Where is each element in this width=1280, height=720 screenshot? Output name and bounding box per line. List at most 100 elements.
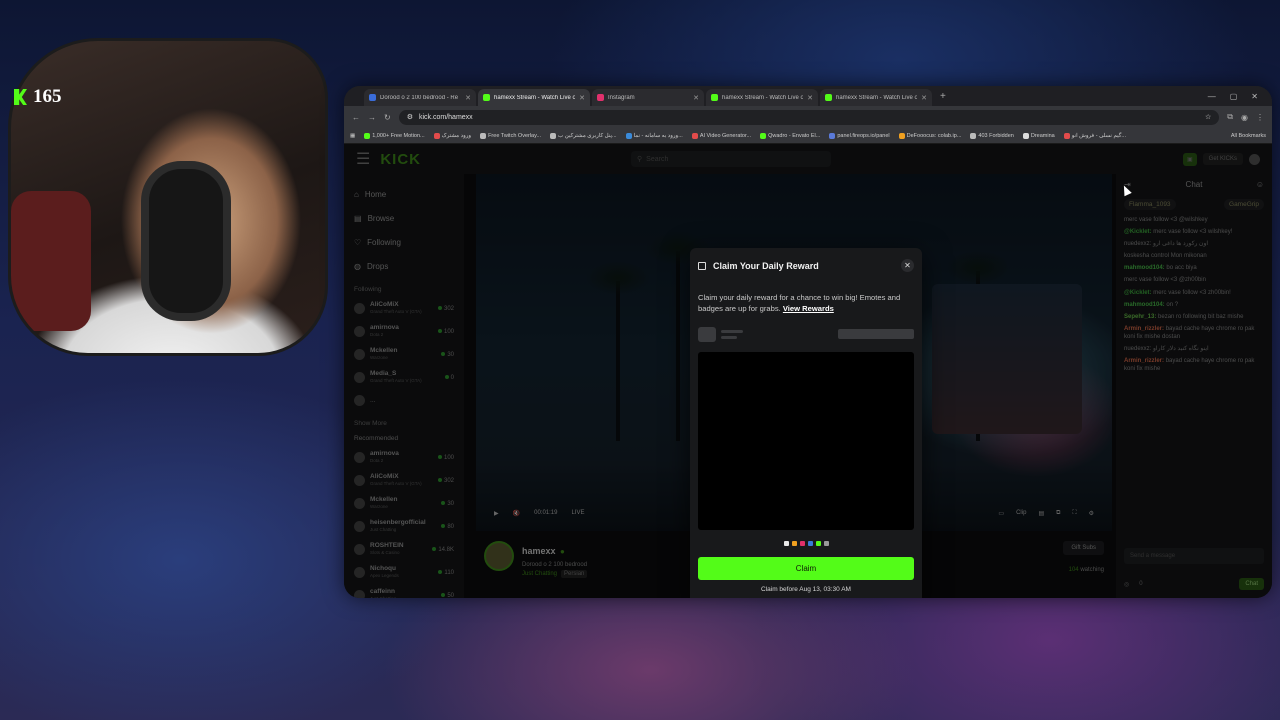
bookmark-favicon-icon xyxy=(970,132,977,139)
tab-title: Dorood o 2 100 bedrood - Re xyxy=(380,94,459,101)
reward-dot xyxy=(783,540,789,546)
skeleton-bar xyxy=(838,329,914,340)
tab-favicon-icon xyxy=(597,94,604,101)
bookmark-label: DeFooocus: colab.ip... xyxy=(906,132,962,139)
window-controls: — ▢ ✕ xyxy=(1208,92,1272,101)
bookmark-favicon-icon xyxy=(691,132,698,139)
browser-tab[interactable]: Dorood o 2 100 bedrood - Re ✕ xyxy=(364,89,476,106)
tab-favicon-icon xyxy=(369,94,376,101)
bookmark-favicon-icon xyxy=(625,132,632,139)
close-window-icon[interactable]: ✕ xyxy=(1251,92,1258,101)
bookmark-label: AI Video Generator... xyxy=(699,132,752,139)
profile-avatar[interactable]: ◉ xyxy=(1241,113,1248,122)
bookmark-label: گیم نسلی - فروش انو... xyxy=(1071,132,1126,139)
url-text: kick.com/hamexx xyxy=(418,113,473,121)
tab-title: Instagram xyxy=(608,94,635,101)
bookmark-item[interactable]: 1,000+ Free Motion... xyxy=(364,132,425,139)
reload-icon[interactable]: ↻ xyxy=(384,113,391,122)
bookmark-favicon-icon xyxy=(1022,132,1029,139)
maximize-icon[interactable]: ▢ xyxy=(1230,92,1238,101)
back-icon[interactable]: ← xyxy=(352,113,360,122)
claim-button[interactable]: Claim xyxy=(698,556,914,580)
kicks-counter: 165 xyxy=(14,86,62,108)
bookmark-favicon-icon xyxy=(480,132,487,139)
modal-description: Claim your daily reward for a chance to … xyxy=(698,292,914,315)
bookmark-label: Qwadro - Envato El... xyxy=(768,132,821,139)
bookmark-label: 403 Forbidden xyxy=(978,132,1014,139)
reward-skeleton xyxy=(698,326,914,342)
reward-dot xyxy=(815,540,821,546)
bookmark-label: پنل کاربری مشترکین ب... xyxy=(558,132,617,139)
address-bar[interactable]: ⚙ kick.com/hamexx ☆ xyxy=(398,109,1220,125)
bookmark-item[interactable]: ورود به سامانه - نما... xyxy=(625,132,683,139)
kick-logo-icon xyxy=(14,89,27,105)
browser-tab[interactable]: hamexx Stream - Watch Live o ✕ xyxy=(820,89,932,106)
reward-color-dots xyxy=(698,540,914,546)
modal-header: Claim Your Daily Reward ✕ xyxy=(698,259,914,272)
bookmark-item[interactable]: Free Twitch Overlay... xyxy=(480,132,542,139)
bookmark-favicon-icon xyxy=(1063,132,1070,139)
headphones xyxy=(141,161,231,321)
tab-title: hamexx Stream - Watch Live o xyxy=(494,94,576,101)
tab-close-icon[interactable]: ✕ xyxy=(807,94,813,102)
bookmark-favicon-icon xyxy=(898,132,905,139)
kick-page: ☰ KICK ⚲ Search ▣ Get KICKs ⌂ Home ▤ Browse… xyxy=(344,144,1272,598)
site-info-icon[interactable]: ⚙ xyxy=(407,113,413,121)
daily-reward-modal: Claim Your Daily Reward ✕ Claim your dai… xyxy=(690,248,922,598)
tab-favicon-icon xyxy=(825,94,832,101)
reward-dot xyxy=(799,540,805,546)
tab-title: hamexx Stream - Watch Live o xyxy=(722,94,804,101)
bookmark-label: panel.fireops.io/panel xyxy=(837,132,890,139)
bookmark-favicon-icon xyxy=(550,132,557,139)
reward-preview xyxy=(698,351,914,530)
bookmark-label: ورود مشترک xyxy=(441,132,472,139)
tab-title: hamexx Stream - Watch Live o xyxy=(836,94,918,101)
extensions-icon[interactable]: ⧉ xyxy=(1227,112,1233,122)
tab-close-icon[interactable]: ✕ xyxy=(465,94,471,102)
skeleton-lines xyxy=(721,329,743,339)
tab-close-icon[interactable]: ✕ xyxy=(693,94,699,102)
bookmark-label: Free Twitch Overlay... xyxy=(488,132,542,139)
browser-tab[interactable]: hamexx Stream - Watch Live o ✕ xyxy=(478,89,590,106)
view-rewards-link[interactable]: View Rewards xyxy=(783,304,834,313)
tab-close-icon[interactable]: ✕ xyxy=(921,94,927,102)
bookmark-item[interactable]: Dreamina xyxy=(1022,132,1055,139)
gaming-chair xyxy=(11,191,91,331)
close-icon[interactable]: ✕ xyxy=(901,259,914,272)
skeleton-thumb xyxy=(698,326,716,342)
browser-window: Dorood o 2 100 bedrood - Re ✕ hamexx Strea… xyxy=(344,86,1272,598)
tab-close-icon[interactable]: ✕ xyxy=(579,94,585,102)
new-tab-button[interactable]: + xyxy=(934,91,952,102)
tab-favicon-icon xyxy=(711,94,718,101)
bookmark-favicon-icon xyxy=(433,132,440,139)
bookmark-favicon-icon xyxy=(829,132,836,139)
reward-dot xyxy=(807,540,813,546)
bookmark-item[interactable]: DeFooocus: colab.ip... xyxy=(898,132,962,139)
menu-icon[interactable]: ⋮ xyxy=(1256,113,1264,122)
browser-tab[interactable]: hamexx Stream - Watch Live o ✕ xyxy=(706,89,818,106)
bookmark-item[interactable]: Qwadro - Envato El... xyxy=(760,132,821,139)
claim-deadline: Claim before Aug 13, 03:30 AM xyxy=(761,585,851,593)
tab-favicon-icon xyxy=(483,94,490,101)
bookmark-label: ورود به سامانه - نما... xyxy=(633,132,683,139)
bookmark-item[interactable]: AI Video Generator... xyxy=(691,132,752,139)
bookmark-item[interactable]: ورود مشترک xyxy=(433,132,472,139)
bookmark-label: 1,000+ Free Motion... xyxy=(372,132,425,139)
bookmark-favicon-icon xyxy=(364,132,371,139)
bookmark-label: Dreamina xyxy=(1030,132,1055,139)
bookmark-item[interactable]: گیم نسلی - فروش انو... xyxy=(1063,132,1126,139)
all-bookmarks-button[interactable]: All Bookmarks xyxy=(1231,133,1266,139)
apps-icon[interactable]: ▦ xyxy=(350,133,355,139)
bookmark-item[interactable]: panel.fireops.io/panel xyxy=(829,132,890,139)
minimize-icon[interactable]: — xyxy=(1208,92,1216,101)
tab-strip: Dorood o 2 100 bedrood - Re ✕ hamexx Strea… xyxy=(344,86,1272,106)
bookmark-item[interactable]: پنل کاربری مشترکین ب... xyxy=(550,132,617,139)
bookmark-favicon-icon xyxy=(760,132,767,139)
modal-title: Claim Your Daily Reward xyxy=(713,260,819,271)
gift-box-icon xyxy=(698,261,706,270)
bookmark-star-icon[interactable]: ☆ xyxy=(1205,113,1211,121)
bookmark-item[interactable]: 403 Forbidden xyxy=(970,132,1014,139)
bookmarks-bar: ▦ 1,000+ Free Motion... ورود مشترک Free Tw… xyxy=(344,128,1272,144)
browser-tab[interactable]: Instagram ✕ xyxy=(592,89,704,106)
forward-icon[interactable]: → xyxy=(368,113,376,122)
